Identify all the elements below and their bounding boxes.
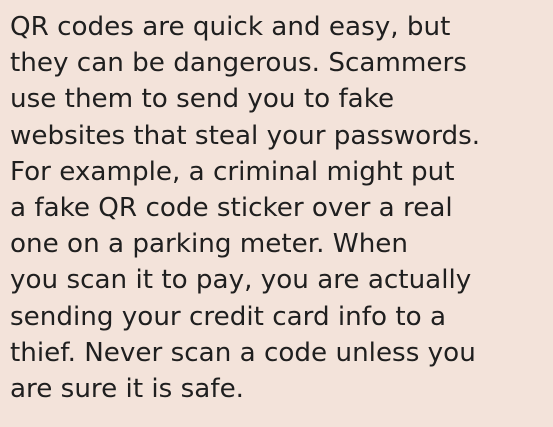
body-paragraph: QR codes are quick and easy, but they ca… [10,12,481,405]
content-card: QR codes are quick and easy, but they ca… [0,0,553,427]
